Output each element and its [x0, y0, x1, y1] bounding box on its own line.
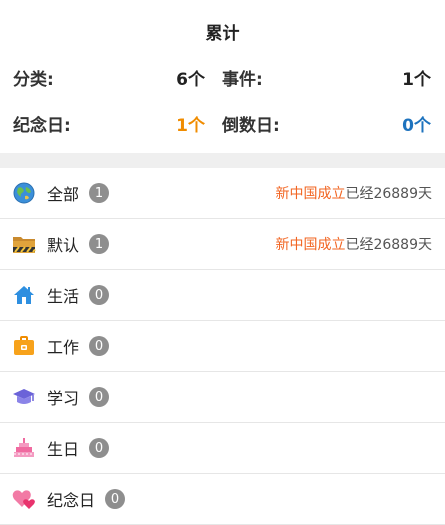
cake-icon — [12, 436, 36, 460]
section-divider — [0, 153, 445, 168]
category-label: 默认 — [47, 236, 80, 255]
category-count-badge: 0 — [89, 387, 110, 407]
latest-event-note: 新中国成立已经26889天 — [275, 183, 432, 203]
summary-panel: 累计 分类: 6个 事件: 1个 纪念日: 1个 倒数日: 0个 — [0, 0, 445, 153]
event-count-value: 1个 — [402, 70, 431, 90]
category-row-work[interactable]: 工作 0 — [0, 321, 445, 372]
category-row-all[interactable]: 全部 1 新中国成立已经26889天 — [0, 168, 445, 219]
category-row-anniversary[interactable]: 纪念日 0 — [0, 474, 445, 525]
countdown-count-label: 倒数日: — [222, 116, 280, 136]
category-count-label: 分类: — [13, 70, 54, 90]
category-count-badge: 0 — [89, 285, 110, 305]
latest-event-days: 已经26889天 — [345, 237, 432, 253]
latest-event-name: 新中国成立 — [275, 186, 346, 202]
globe-icon — [12, 181, 36, 205]
category-label: 纪念日 — [47, 491, 96, 510]
category-count-badge: 0 — [89, 438, 110, 458]
category-row-birthday[interactable]: 生日 0 — [0, 423, 445, 474]
category-count-badge: 1 — [89, 183, 110, 203]
graduation-cap-icon — [12, 385, 36, 409]
category-label: 生活 — [47, 287, 80, 306]
anniversary-count-value: 1个 — [176, 116, 205, 136]
category-count-badge: 0 — [105, 489, 126, 509]
briefcase-icon — [12, 334, 36, 358]
category-label: 学习 — [47, 389, 80, 408]
latest-event-note: 新中国成立已经26889天 — [275, 234, 432, 254]
category-label: 生日 — [47, 440, 80, 459]
category-label: 全部 — [47, 185, 80, 204]
folder-icon — [12, 232, 36, 256]
latest-event-days: 已经26889天 — [345, 186, 432, 202]
hearts-icon — [12, 487, 36, 511]
category-label: 工作 — [47, 338, 80, 357]
category-list: 全部 1 新中国成立已经26889天 默认 1 新中国成立已经26889天 生活… — [0, 168, 445, 525]
anniversary-count-label: 纪念日: — [13, 116, 71, 136]
event-count-label: 事件: — [222, 70, 263, 90]
house-icon — [12, 283, 36, 307]
category-count-badge: 1 — [89, 234, 110, 254]
category-count-value: 6个 — [176, 70, 205, 90]
category-row-life[interactable]: 生活 0 — [0, 270, 445, 321]
category-row-default[interactable]: 默认 1 新中国成立已经26889天 — [0, 219, 445, 270]
category-count-badge: 0 — [89, 336, 110, 356]
countdown-count-value: 0个 — [402, 116, 431, 136]
category-row-study[interactable]: 学习 0 — [0, 372, 445, 423]
latest-event-name: 新中国成立 — [275, 237, 346, 253]
summary-title: 累计 — [205, 24, 240, 44]
